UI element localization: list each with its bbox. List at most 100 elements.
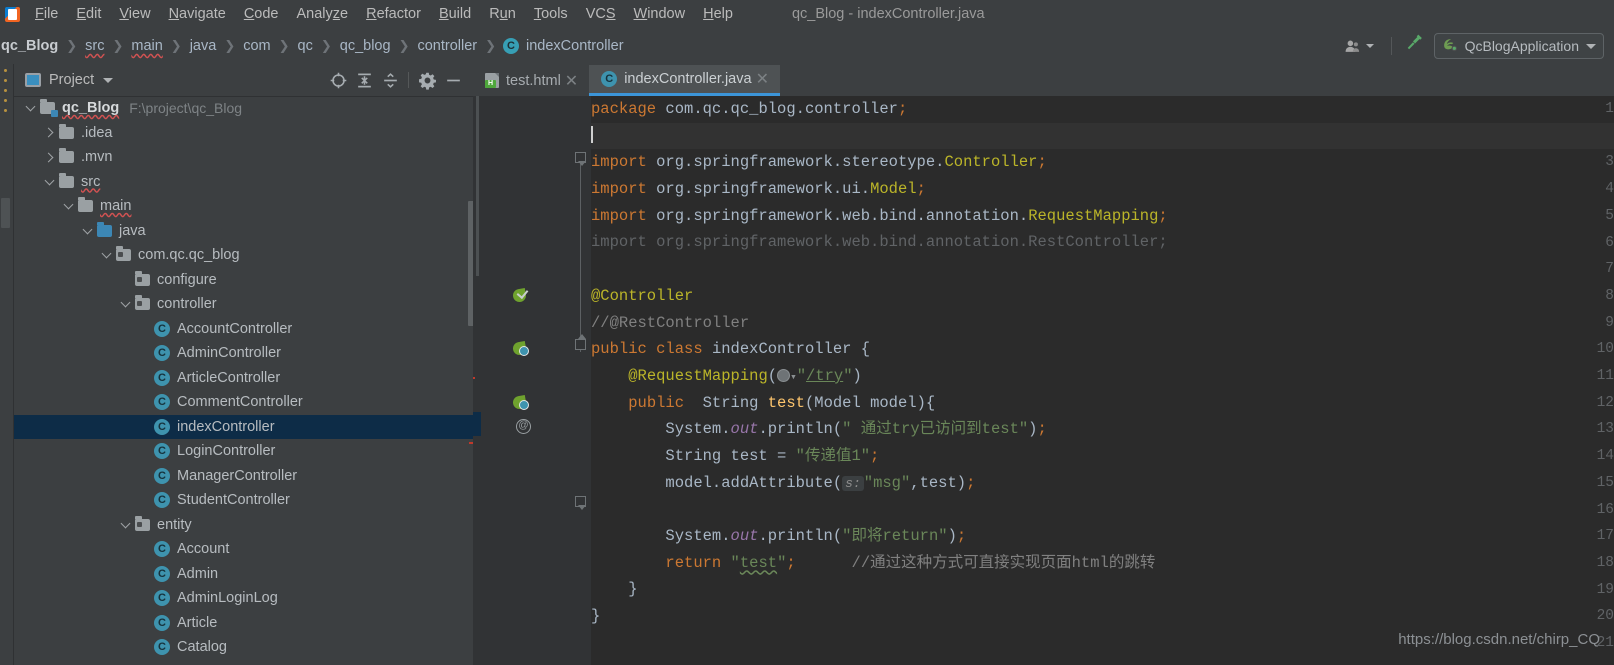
breadcrumb-item-src[interactable]: src (84, 38, 105, 54)
tree-node--idea[interactable]: .idea (14, 121, 473, 146)
code-line-12[interactable]: public String test(Model model){ (591, 390, 1614, 417)
tree-node-studentcontroller[interactable]: C StudentController (14, 488, 473, 513)
hammer-icon[interactable] (1403, 33, 1424, 59)
menu-item-help[interactable]: Help (694, 2, 742, 26)
menu-item-build[interactable]: Build (430, 2, 480, 26)
tree-node-entity[interactable]: entity (14, 513, 473, 538)
fold-marker-imports-end[interactable] (575, 334, 586, 350)
menu-item-vcs[interactable]: VCS (577, 2, 625, 26)
menu-item-window[interactable]: Window (625, 2, 695, 26)
code-line-17[interactable]: System.out.println("即将return"); (591, 523, 1614, 550)
code-line-1[interactable]: package com.qc.qc_blog.controller; (591, 96, 1614, 123)
code-folding-column[interactable] (571, 96, 591, 665)
editor-gutter[interactable] (473, 96, 571, 665)
code-line-14[interactable]: String test = "传递值1"; (591, 443, 1614, 470)
web-globe-icon[interactable] (777, 368, 791, 382)
breadcrumb-item-qc[interactable]: qc (297, 38, 314, 54)
code-line-16[interactable] (591, 496, 1614, 523)
tree-node-controller[interactable]: controller (14, 292, 473, 317)
code-line-4[interactable]: import org.springframework.ui.Model; (591, 176, 1614, 203)
collapse-all-icon[interactable] (377, 67, 403, 93)
fold-marker-imports[interactable] (575, 152, 586, 166)
tab-indexcontroller-java[interactable]: C indexController.java ✕ (589, 65, 780, 96)
chevron-down-icon[interactable] (22, 100, 38, 116)
menu-item-run[interactable]: Run (480, 2, 525, 26)
chevron-down-icon[interactable] (41, 174, 57, 190)
minimize-icon[interactable] (440, 67, 466, 93)
tree-node-articlecontroller[interactable]: C ArticleController (14, 366, 473, 391)
breadcrumb-item-project[interactable]: qc_Blog (0, 38, 59, 54)
tree-node-admin[interactable]: C Admin (14, 562, 473, 587)
code-editor[interactable]: 123456789101112@131415161718192021 packa… (473, 96, 1614, 665)
tree-node-adminloginlog[interactable]: C AdminLoginLog (14, 586, 473, 611)
tree-node-src[interactable]: src (14, 170, 473, 195)
tree-node--mvn[interactable]: .mvn (14, 145, 473, 170)
run-configuration-selector[interactable]: QcBlogApplication (1433, 33, 1604, 59)
tree-node-accountcontroller[interactable]: C AccountController (14, 317, 473, 342)
tree-node-logincontroller[interactable]: C LoginController (14, 439, 473, 464)
code-line-18[interactable]: return "test"; //通过这种方式可直接实现页面html的跳转 (591, 550, 1614, 577)
breadcrumb-item-qc-blog[interactable]: qc_blog (339, 38, 392, 54)
tree-node-java[interactable]: java (14, 219, 473, 244)
chevron-right-icon[interactable] (41, 125, 57, 141)
tree-node-main[interactable]: main (14, 194, 473, 219)
tree-node-configure[interactable]: configure (14, 268, 473, 293)
spring-bean-check-icon[interactable] (513, 288, 530, 305)
user-icon[interactable] (1344, 38, 1374, 55)
tree-node-catalog[interactable]: C Catalog (14, 635, 473, 660)
menu-item-view[interactable]: View (110, 2, 159, 26)
breadcrumb-item-main[interactable]: main (130, 38, 163, 54)
breadcrumb-item-java[interactable]: java (189, 38, 218, 54)
tree-node-com-qc-qc-blog[interactable]: com.qc.qc_blog (14, 243, 473, 268)
menu-item-analyze[interactable]: Analyze (288, 2, 358, 26)
code-line-13[interactable]: System.out.println(" 通过try已访问到test"); (591, 416, 1614, 443)
close-icon[interactable]: ✕ (563, 71, 580, 91)
code-line-5[interactable]: import org.springframework.web.bind.anno… (591, 203, 1614, 230)
chevron-down-icon[interactable] (103, 77, 114, 83)
code-line-10[interactable]: public class indexController { (591, 336, 1614, 363)
tree-node-commentcontroller[interactable]: C CommentController (14, 390, 473, 415)
tab-test-html[interactable]: test.html ✕ (473, 65, 589, 96)
chevron-down-icon[interactable] (117, 296, 133, 312)
tree-node-managercontroller[interactable]: C ManagerController (14, 464, 473, 489)
tree-node-admincontroller[interactable]: C AdminController (14, 341, 473, 366)
code-line-19[interactable]: } (591, 576, 1614, 603)
tree-node-article[interactable]: C Article (14, 611, 473, 636)
strip-scroll-marker[interactable] (1, 198, 10, 228)
menu-item-file[interactable]: File (26, 2, 67, 26)
breadcrumb-item-indexcontroller[interactable]: indexController (525, 38, 625, 54)
code-line-3[interactable]: import org.springframework.stereotype.Co… (591, 149, 1614, 176)
code-lines[interactable]: package com.qc.qc_blog.controller; impor… (591, 96, 1614, 665)
breadcrumb-item-controller[interactable]: controller (416, 38, 478, 54)
chevron-down-icon[interactable] (117, 517, 133, 533)
settings-gear-icon[interactable] (414, 67, 440, 93)
menu-item-edit[interactable]: Edit (67, 2, 110, 26)
menu-item-refactor[interactable]: Refactor (357, 2, 430, 26)
locate-icon[interactable] (325, 67, 351, 93)
project-tree[interactable]: qc_Blog F:\project\qc_Blog .idea .mvn src mai… (14, 96, 473, 665)
menu-item-tools[interactable]: Tools (525, 2, 577, 26)
chevron-down-icon[interactable] (79, 223, 95, 239)
chevron-right-icon[interactable] (41, 149, 57, 165)
menu-item-code[interactable]: Code (235, 2, 288, 26)
fold-marker-method[interactable] (575, 496, 586, 510)
code-line-20[interactable]: } (591, 603, 1614, 630)
menu-item-navigate[interactable]: Navigate (160, 2, 235, 26)
tree-node-account[interactable]: C Account (14, 537, 473, 562)
tree-node-indexcontroller[interactable]: CindexController (14, 414, 473, 439)
breadcrumb-item-com[interactable]: com (242, 38, 271, 54)
close-icon[interactable]: ✕ (754, 69, 771, 89)
code-line-6[interactable]: import org.springframework.web.bind.anno… (591, 229, 1614, 256)
code-line-9[interactable]: //@RestController (591, 310, 1614, 337)
code-line-11[interactable]: @RequestMapping(▾"/try") (591, 363, 1614, 390)
code-line-2[interactable] (591, 122, 1614, 150)
spring-bean-icon[interactable] (513, 341, 530, 358)
code-line-7[interactable] (591, 256, 1614, 283)
spring-bean-at-icon[interactable]: @ (513, 395, 531, 434)
chevron-down-icon[interactable] (60, 198, 76, 214)
chevron-down-icon[interactable] (98, 247, 114, 263)
code-line-15[interactable]: model.addAttribute(s: "msg",test); (591, 470, 1614, 497)
tree-node-qc-blog[interactable]: qc_Blog F:\project\qc_Blog (14, 96, 473, 121)
expand-all-icon[interactable] (351, 67, 377, 93)
code-line-8[interactable]: @Controller (591, 283, 1614, 310)
